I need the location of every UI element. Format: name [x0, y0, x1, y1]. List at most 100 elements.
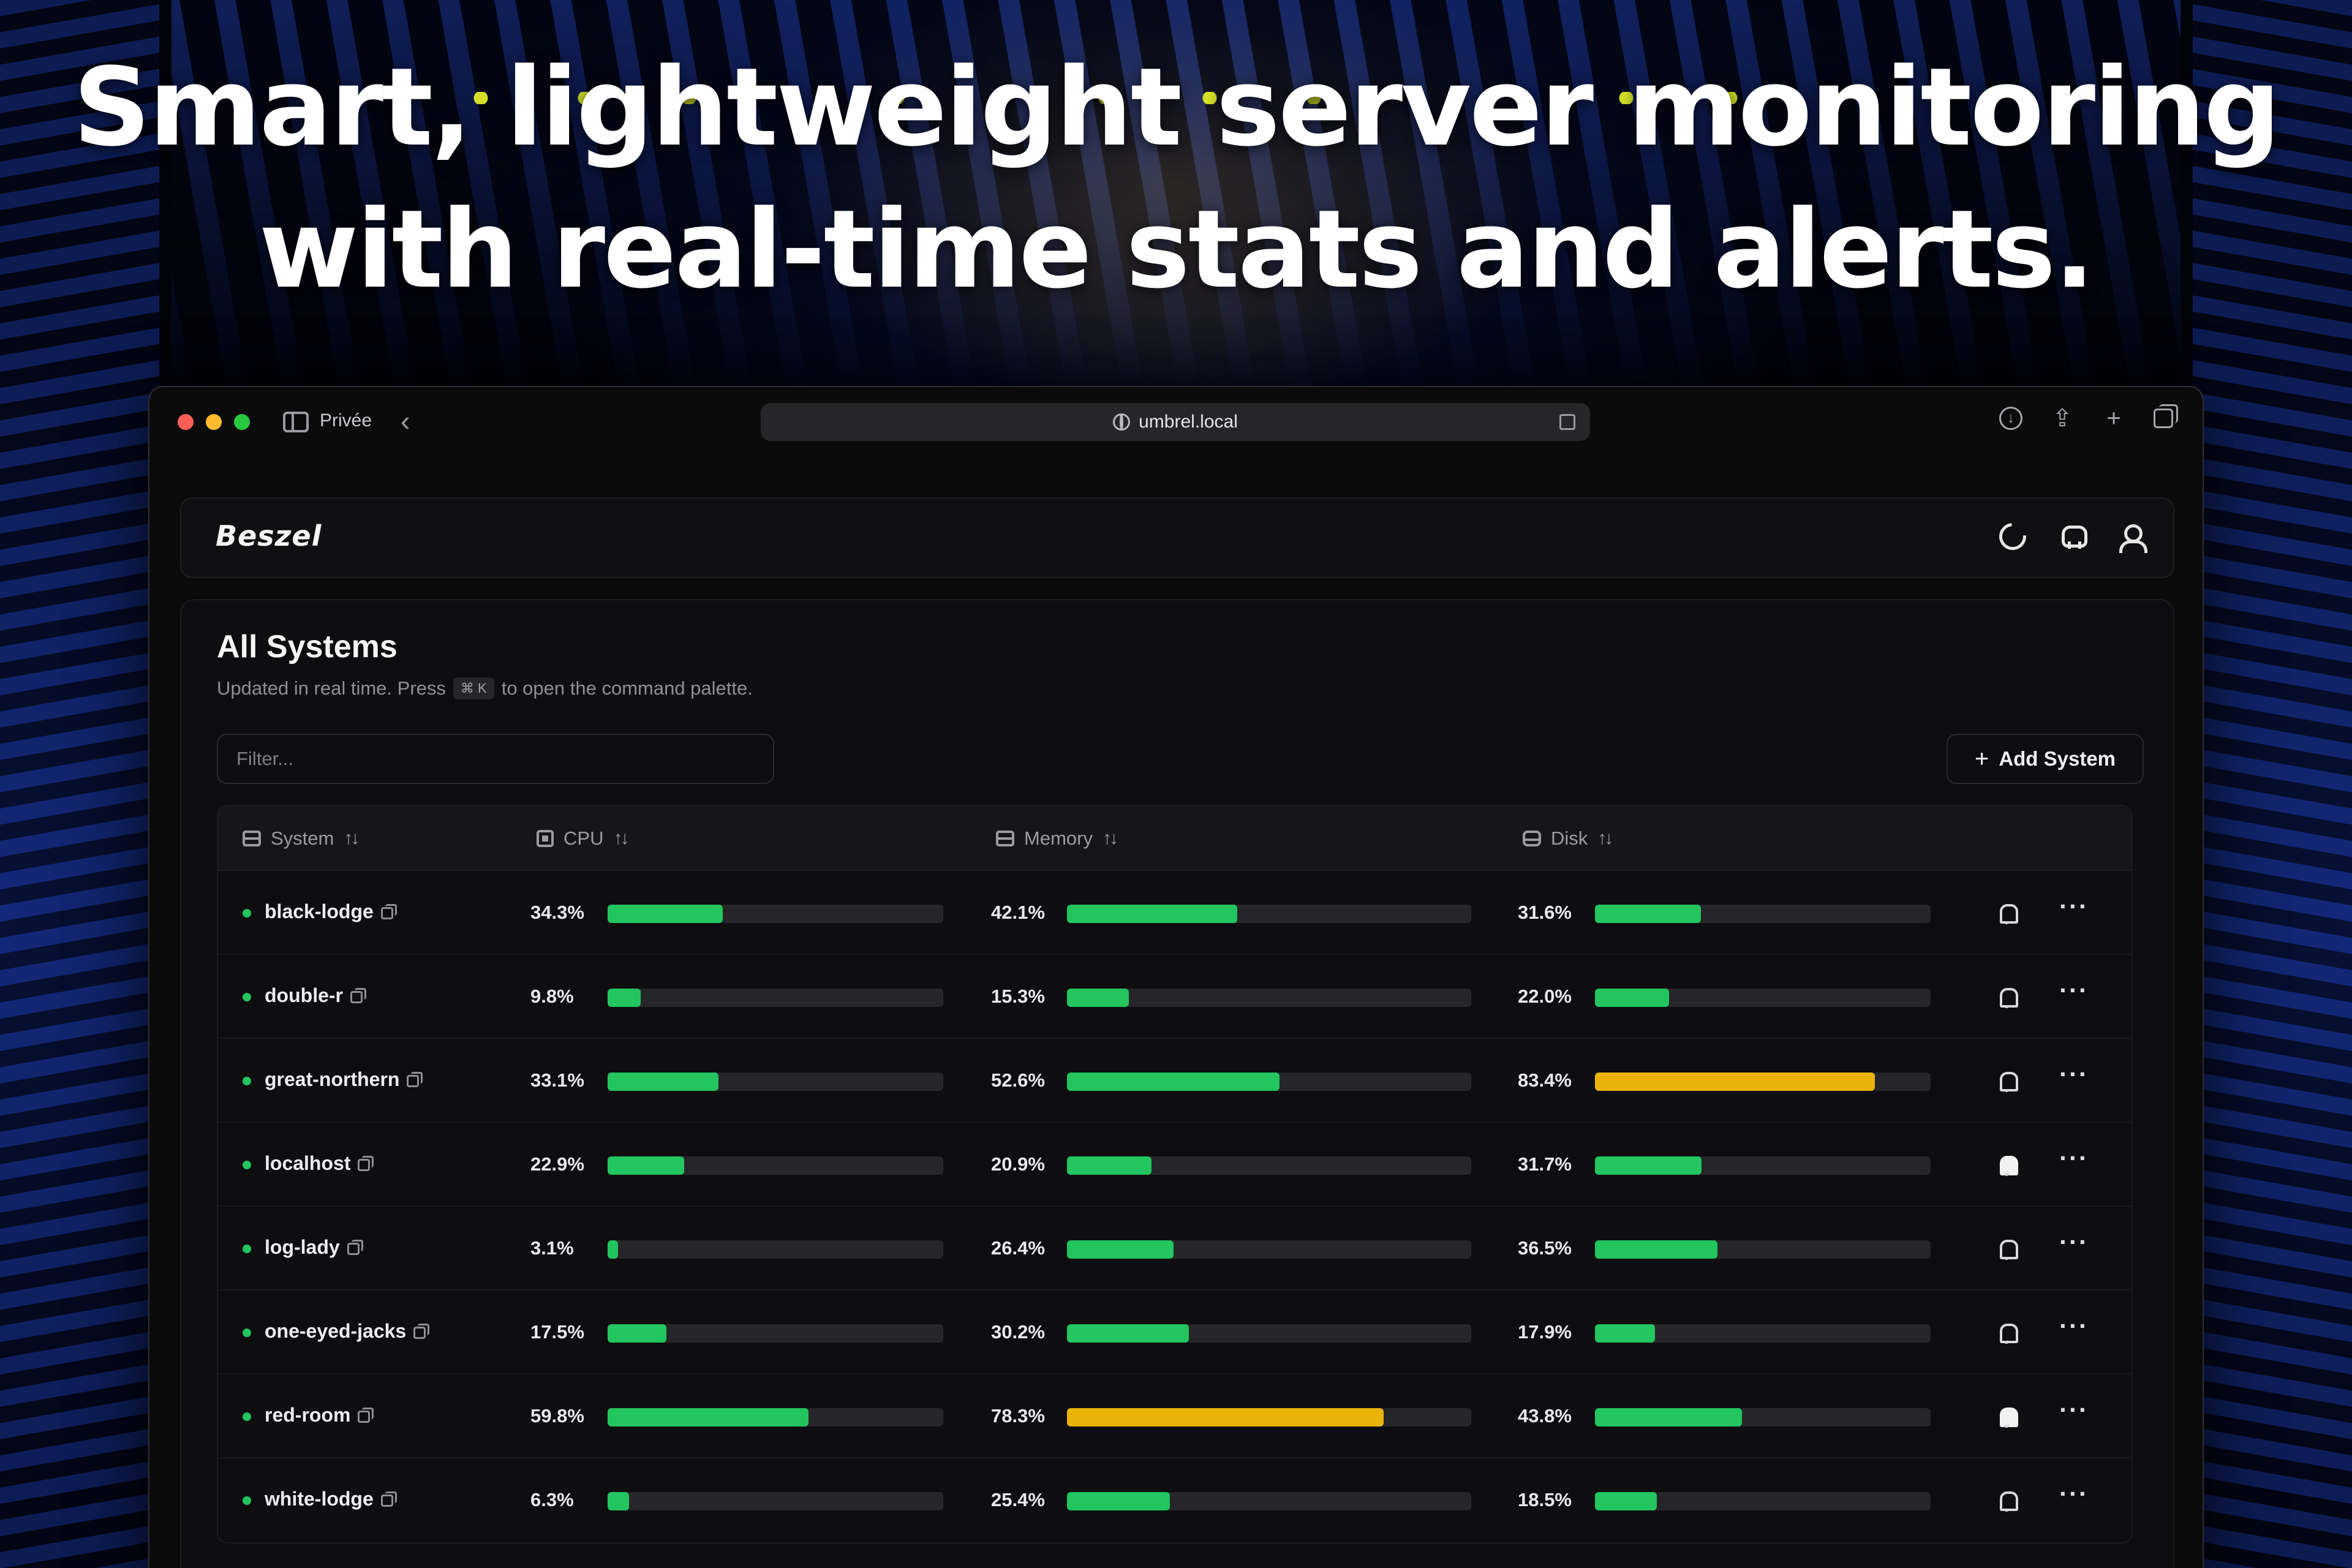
more-options-icon[interactable]: ···	[2059, 1395, 2089, 1425]
table-row[interactable]: black-lodge 34.3% 42.1% 31.6% ···	[218, 871, 2132, 955]
bell-icon[interactable]	[1994, 1236, 2019, 1261]
moon-icon[interactable]	[1994, 518, 2032, 556]
system-name[interactable]: red-room	[265, 1404, 374, 1427]
table-row[interactable]: double-r 9.8% 15.3% 22.0% ···	[218, 955, 2132, 1039]
more-options-icon[interactable]: ···	[2059, 1479, 2089, 1509]
more-options-icon[interactable]: ···	[2059, 1060, 2089, 1089]
system-name[interactable]: great-northern	[265, 1068, 423, 1091]
copy-icon[interactable]	[380, 1491, 397, 1507]
copy-icon[interactable]	[358, 1155, 374, 1171]
mem-usage-bar	[1067, 989, 1471, 1007]
copy-icon[interactable]	[380, 903, 397, 919]
app-logo[interactable]: Beszel	[216, 519, 322, 552]
new-tab-icon[interactable]: +	[2102, 406, 2125, 431]
column-label: Disk	[1551, 827, 1588, 849]
more-options-icon[interactable]: ···	[2059, 976, 2089, 1005]
bell-icon[interactable]	[1994, 900, 2019, 925]
system-name[interactable]: one-eyed-jacks	[265, 1320, 430, 1343]
tab-overview-icon[interactable]	[2154, 404, 2178, 428]
status-dot	[243, 909, 251, 918]
system-name[interactable]: black-lodge	[265, 900, 397, 923]
more-options-icon[interactable]: ···	[2059, 1311, 2089, 1341]
column-header-memory[interactable]: Memory ↑↓	[996, 806, 1118, 871]
minimize-window-button[interactable]	[206, 414, 222, 430]
bell-icon[interactable]	[1994, 1320, 2019, 1344]
close-window-button[interactable]	[178, 414, 194, 430]
bell-icon[interactable]	[1994, 1068, 2019, 1093]
mem-usage-bar	[1067, 1324, 1471, 1343]
system-name-text: one-eyed-jacks	[265, 1320, 407, 1342]
system-name[interactable]: white-lodge	[265, 1488, 397, 1510]
status-dot	[243, 1329, 251, 1337]
bell-icon[interactable]	[1994, 1152, 2019, 1177]
more-options-icon[interactable]: ···	[2059, 1144, 2089, 1173]
table-row[interactable]: one-eyed-jacks 17.5% 30.2% 17.9% ···	[218, 1291, 2132, 1374]
disk-usage-fill	[1595, 1072, 1875, 1091]
copy-icon[interactable]	[347, 1239, 363, 1255]
cpu-icon	[537, 830, 554, 847]
table-row[interactable]: log-lady 3.1% 26.4% 36.5% ···	[218, 1207, 2132, 1291]
cpu-usage-fill	[608, 1072, 719, 1091]
copy-icon[interactable]	[407, 1071, 423, 1087]
cpu-usage-fill	[608, 1492, 629, 1510]
disk-percent: 31.6%	[1518, 902, 1572, 923]
address-bar[interactable]: umbrel.local	[761, 403, 1590, 441]
mem-percent: 30.2%	[991, 1321, 1045, 1343]
copy-icon[interactable]	[413, 1323, 430, 1339]
page-subtitle: Updated in real time. Press ⌘ K to open …	[217, 677, 753, 699]
globe-icon	[1113, 413, 1131, 431]
mem-percent: 52.6%	[991, 1069, 1045, 1091]
table-row[interactable]: white-lodge 6.3% 25.4% 18.5% ···	[218, 1458, 2132, 1542]
plus-icon: +	[1974, 745, 1989, 772]
user-icon[interactable]	[2117, 523, 2147, 553]
system-name-text: great-northern	[265, 1068, 400, 1090]
mem-usage-fill	[1067, 1072, 1280, 1091]
add-system-button[interactable]: + Add System	[1947, 734, 2144, 784]
status-dot	[243, 1245, 251, 1253]
disk-usage-bar	[1595, 1240, 1931, 1259]
table-row[interactable]: red-room 59.8% 78.3% 43.8% ···	[218, 1374, 2132, 1458]
column-header-system[interactable]: System ↑↓	[243, 806, 360, 871]
disk-percent: 36.5%	[1518, 1237, 1572, 1259]
system-name[interactable]: log-lady	[265, 1236, 363, 1259]
copy-icon[interactable]	[350, 987, 366, 1003]
back-arrow-icon[interactable]: ‹	[401, 405, 410, 436]
cpu-percent: 34.3%	[530, 902, 584, 923]
table-row[interactable]: localhost 22.9% 20.9% 31.7% ···	[218, 1123, 2132, 1207]
sidebar-toggle-icon[interactable]	[283, 412, 309, 432]
filter-input[interactable]	[217, 734, 774, 784]
cpu-usage-fill	[608, 1408, 809, 1427]
cpu-usage-fill	[608, 1156, 685, 1175]
disk-usage-fill	[1595, 989, 1669, 1007]
column-header-disk[interactable]: Disk ↑↓	[1523, 806, 1613, 871]
bell-icon[interactable]	[1994, 1404, 2019, 1428]
disk-percent: 17.9%	[1518, 1321, 1572, 1343]
maximize-window-button[interactable]	[234, 414, 250, 430]
add-system-label: Add System	[1999, 747, 2116, 770]
github-icon[interactable]	[2058, 523, 2087, 550]
status-dot	[243, 1496, 251, 1505]
column-header-cpu[interactable]: CPU ↑↓	[537, 806, 629, 871]
reader-mode-icon[interactable]	[1559, 414, 1575, 430]
system-name[interactable]: localhost	[265, 1152, 374, 1175]
mem-usage-bar	[1067, 1240, 1471, 1259]
status-dot	[243, 1077, 251, 1085]
bell-icon[interactable]	[1994, 984, 2019, 1009]
table-row[interactable]: great-northern 33.1% 52.6% 83.4% ···	[218, 1039, 2132, 1123]
system-name[interactable]: double-r	[265, 984, 366, 1007]
bell-icon[interactable]	[1994, 1488, 2019, 1512]
disk-usage-bar	[1595, 1492, 1931, 1510]
headline-line-2: with real-time stats and alerts.	[258, 187, 2095, 312]
copy-icon[interactable]	[358, 1407, 374, 1423]
sort-icon: ↑↓	[1597, 828, 1613, 848]
more-options-icon[interactable]: ···	[2059, 1227, 2089, 1257]
sort-icon: ↑↓	[613, 828, 629, 848]
systems-table: System ↑↓ CPU ↑↓ Memory ↑↓ Disk ↑↓ black…	[217, 805, 2133, 1544]
share-icon[interactable]: ⇪	[2051, 406, 2074, 431]
disk-usage-fill	[1595, 1240, 1718, 1259]
app-header: Beszel	[180, 497, 2174, 578]
shortcut-badge: ⌘ K	[453, 677, 494, 699]
download-icon[interactable]: ↓	[1999, 407, 2022, 430]
profile-label[interactable]: Privée	[320, 410, 372, 431]
more-options-icon[interactable]: ···	[2059, 892, 2089, 921]
